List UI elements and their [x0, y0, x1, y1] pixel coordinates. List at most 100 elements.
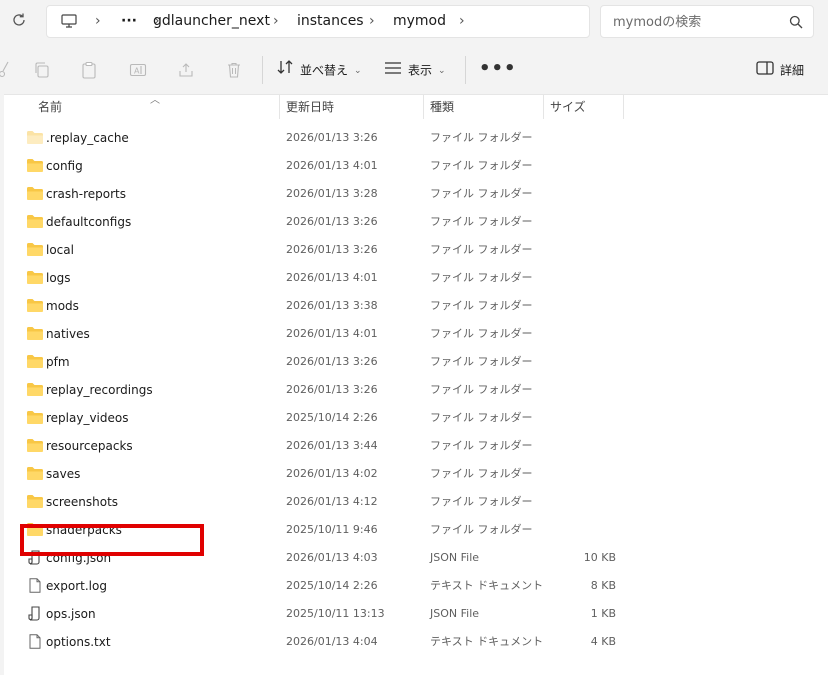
file-size: 8 KB: [590, 579, 616, 592]
file-size: [544, 348, 616, 376]
file-name: ops.json: [46, 607, 96, 621]
file-name: export.log: [46, 579, 107, 593]
file-row-saves[interactable]: saves 2026/01/13 4:02 ファイル フォルダー: [4, 460, 828, 488]
file-row-export-log[interactable]: export.log 2025/10/14 2:26 テキスト ドキュメント 8 KB: [4, 572, 828, 600]
breadcrumb-item-mymod[interactable]: mymod: [393, 6, 446, 37]
file-name: local: [46, 243, 74, 257]
breadcrumb-separator: ›: [95, 13, 101, 29]
file-date: 2026/01/13 4:01: [286, 159, 378, 172]
paste-icon[interactable]: [80, 61, 98, 79]
file-row-resourcepacks[interactable]: resourcepacks 2026/01/13 3:44 ファイル フォルダー: [4, 432, 828, 460]
file-row-natives[interactable]: natives 2026/01/13 4:01 ファイル フォルダー: [4, 320, 828, 348]
column-divider[interactable]: [543, 95, 544, 119]
breadcrumb-overflow[interactable]: ···: [121, 6, 137, 37]
file-date: 2026/01/13 3:28: [286, 187, 378, 200]
file-type: ファイル フォルダー: [430, 159, 533, 172]
folder-icon: [26, 130, 44, 145]
file-size: [544, 376, 616, 404]
file-name: config.json: [46, 551, 112, 565]
file-date: 2026/01/13 3:38: [286, 299, 378, 312]
breadcrumb-item-instances[interactable]: instances: [297, 6, 364, 37]
file-row-defaultconfigs[interactable]: defaultconfigs 2026/01/13 3:26 ファイル フォルダー: [4, 208, 828, 236]
file-size: [544, 488, 616, 516]
file-name: natives: [46, 327, 90, 341]
details-pane-button[interactable]: 詳細: [756, 58, 804, 82]
refresh-icon[interactable]: [9, 12, 29, 32]
breadcrumb[interactable]: › ··· › gdlauncher_next › instances › my…: [46, 5, 590, 38]
file-size: [544, 320, 616, 348]
file-name: replay_videos: [46, 411, 129, 425]
file-row-replay-cache[interactable]: .replay_cache 2026/01/13 3:26 ファイル フォルダー: [4, 124, 828, 152]
file-row-options-txt[interactable]: options.txt 2026/01/13 4:04 テキスト ドキュメント 4 K…: [4, 628, 828, 656]
breadcrumb-item-gdlauncher-next[interactable]: gdlauncher_next: [153, 6, 270, 37]
sort-icon: [276, 59, 294, 83]
file-type: ファイル フォルダー: [430, 383, 533, 396]
file-size: [544, 208, 616, 236]
file-name: replay_recordings: [46, 383, 153, 397]
file-type: テキスト ドキュメント: [430, 579, 544, 592]
file-type: ファイル フォルダー: [430, 411, 533, 424]
this-pc-icon[interactable]: [61, 6, 77, 37]
file-type: ファイル フォルダー: [430, 187, 533, 200]
file-row-replay-videos[interactable]: replay_videos 2025/10/14 2:26 ファイル フォルダー: [4, 404, 828, 432]
file-date: 2026/01/13 3:26: [286, 383, 378, 396]
file-type: ファイル フォルダー: [430, 131, 533, 144]
file-type: ファイル フォルダー: [430, 243, 533, 256]
file-row-config-json[interactable]: config.json 2026/01/13 4:03 JSON File 10 KB: [4, 544, 828, 572]
column-header-size[interactable]: サイズ: [550, 95, 586, 119]
share-icon[interactable]: [177, 61, 195, 79]
text-file-icon: [26, 634, 44, 649]
search-input[interactable]: [613, 13, 783, 31]
search-box[interactable]: [600, 5, 814, 38]
file-row-crash-reports[interactable]: crash-reports 2026/01/13 3:28 ファイル フォルダー: [4, 180, 828, 208]
file-name: pfm: [46, 355, 70, 369]
toolbar-divider: [262, 56, 263, 84]
folder-icon: [26, 186, 44, 201]
breadcrumb-separator: ›: [459, 13, 465, 29]
file-row-ops-json[interactable]: ops.json 2025/10/11 13:13 JSON File 1 KB: [4, 600, 828, 628]
sort-button[interactable]: 並べ替え ⌄: [276, 58, 362, 82]
copy-icon[interactable]: [33, 61, 51, 79]
cut-icon[interactable]: [0, 61, 18, 79]
folder-icon: [26, 242, 44, 257]
more-options-button[interactable]: •••: [479, 60, 517, 78]
view-button[interactable]: 表示 ⌄: [384, 58, 446, 82]
search-icon[interactable]: [789, 14, 803, 29]
file-date: 2026/01/13 4:01: [286, 271, 378, 284]
file-type: ファイル フォルダー: [430, 467, 533, 480]
address-bar-row: › ··· › gdlauncher_next › instances › my…: [0, 0, 828, 44]
file-date: 2026/01/13 4:03: [286, 551, 378, 564]
delete-icon[interactable]: [225, 61, 243, 79]
file-type: ファイル フォルダー: [430, 215, 533, 228]
folder-icon: [26, 522, 44, 537]
file-row-logs[interactable]: logs 2026/01/13 4:01 ファイル フォルダー: [4, 264, 828, 292]
file-name: options.txt: [46, 635, 111, 649]
file-row-screenshots[interactable]: screenshots 2026/01/13 4:12 ファイル フォルダー: [4, 488, 828, 516]
file-date: 2025/10/11 13:13: [286, 607, 385, 620]
column-header-date[interactable]: 更新日時: [286, 95, 334, 119]
column-header-type[interactable]: 種類: [430, 95, 454, 119]
column-header-name[interactable]: 名前: [38, 95, 62, 119]
column-divider[interactable]: [623, 95, 624, 119]
file-date: 2025/10/14 2:26: [286, 411, 378, 424]
file-row-pfm[interactable]: pfm 2026/01/13 3:26 ファイル フォルダー: [4, 348, 828, 376]
file-row-replay-recordings[interactable]: replay_recordings 2026/01/13 3:26 ファイル フォル…: [4, 376, 828, 404]
file-name: crash-reports: [46, 187, 126, 201]
rename-icon[interactable]: A: [129, 61, 147, 79]
file-name: defaultconfigs: [46, 215, 132, 229]
sort-label: 並べ替え: [300, 63, 349, 78]
file-name: shaderpacks: [46, 523, 122, 537]
folder-icon: [26, 410, 44, 425]
file-row-local[interactable]: local 2026/01/13 3:26 ファイル フォルダー: [4, 236, 828, 264]
file-name: config: [46, 159, 83, 173]
file-row-config[interactable]: config 2026/01/13 4:01 ファイル フォルダー: [4, 152, 828, 180]
file-row-shaderpacks[interactable]: shaderpacks 2025/10/11 9:46 ファイル フォルダー: [4, 516, 828, 544]
chevron-down-icon: ⌄: [354, 65, 362, 76]
folder-icon: [26, 494, 44, 509]
column-divider[interactable]: [423, 95, 424, 119]
file-size: [544, 180, 616, 208]
file-type: ファイル フォルダー: [430, 271, 533, 284]
column-divider[interactable]: [279, 95, 280, 119]
folder-icon: [26, 382, 44, 397]
file-row-mods[interactable]: mods 2026/01/13 3:38 ファイル フォルダー: [4, 292, 828, 320]
